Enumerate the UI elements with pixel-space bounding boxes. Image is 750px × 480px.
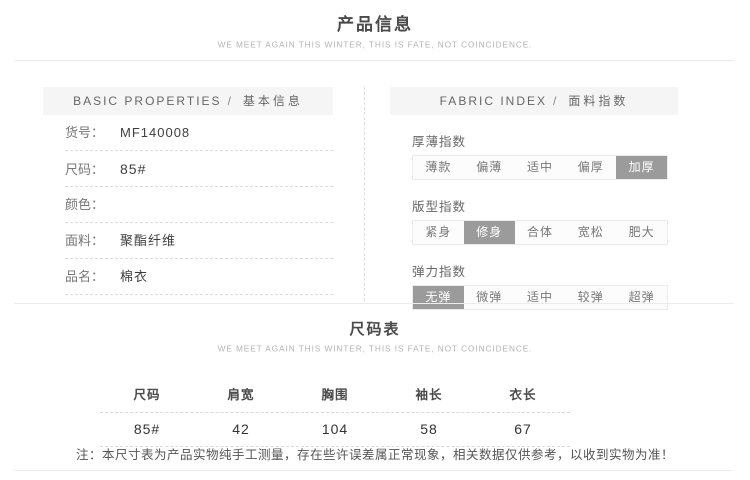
basic-rows: 货号： MF140008 尺码： 85# 颜色： 面料： 聚酯纤维 品名： 棉衣 — [43, 115, 333, 295]
product-info-page: 产品信息 WE MEET AGAIN THIS WINTER, THIS IS … — [0, 0, 750, 480]
option-chip[interactable]: 肥大 — [616, 221, 667, 244]
divider-vertical — [364, 87, 365, 301]
row-value: 聚酯纤维 — [120, 233, 176, 248]
divider-top — [14, 60, 734, 61]
measurement-note: 注：本尺寸表为产品实物纯手工测量，存在些许误差属正常现象，相关数据仅供参考，以收… — [0, 444, 750, 463]
cell-sleeve: 58 — [382, 413, 476, 446]
size-table: 尺码 肩宽 胸围 袖长 衣长 85# 42 104 58 67 — [100, 376, 570, 447]
option-chip[interactable]: 紧身 — [413, 221, 464, 244]
thickness-index-options: 薄款 偏薄 适中 偏厚 加厚 — [412, 155, 668, 180]
option-chip-selected[interactable]: 无弹 — [413, 286, 464, 309]
row-product-name: 品名： 棉衣 — [65, 259, 333, 295]
row-size: 尺码： 85# — [65, 151, 333, 187]
cell-bust: 104 — [288, 413, 382, 446]
divider-bottom — [14, 470, 734, 471]
fabric-index-header: FABRIC INDEX / 面料指数 — [390, 87, 678, 115]
row-label: 尺码： — [65, 162, 104, 177]
page-title: 产品信息 — [0, 10, 750, 35]
row-material: 面料： 聚酯纤维 — [65, 223, 333, 259]
cell-size: 85# — [100, 413, 194, 446]
option-chip[interactable]: 偏薄 — [464, 156, 515, 179]
page-header: 产品信息 WE MEET AGAIN THIS WINTER, THIS IS … — [0, 10, 750, 50]
option-chip[interactable]: 较弹 — [565, 286, 616, 309]
size-table-data-row: 85# 42 104 58 67 — [100, 413, 570, 446]
row-label: 颜色： — [65, 197, 104, 212]
row-label: 货号： — [65, 125, 104, 140]
row-color: 颜色： — [65, 187, 333, 223]
option-chip[interactable]: 适中 — [515, 286, 566, 309]
option-chip[interactable]: 超弹 — [616, 286, 667, 309]
row-label: 品名： — [65, 269, 104, 284]
fit-index-label: 版型指数 — [412, 196, 678, 215]
row-value: MF140008 — [120, 125, 190, 140]
size-table-header-row: 尺码 肩宽 胸围 袖长 衣长 — [100, 376, 570, 412]
option-chip[interactable]: 宽松 — [565, 221, 616, 244]
fabric-header-slash: / — [553, 94, 558, 108]
divider-middle — [14, 303, 734, 304]
fit-index-group: 版型指数 紧身 修身 合体 宽松 肥大 — [412, 196, 678, 245]
size-chart-subtitle: WE MEET AGAIN THIS WINTER, THIS IS FATE,… — [30, 344, 720, 353]
option-chip[interactable]: 合体 — [515, 221, 566, 244]
fabric-header-en: FABRIC INDEX — [440, 94, 547, 108]
size-chart-title: 尺码表 — [0, 318, 750, 339]
col-sleeve: 袖长 — [382, 376, 476, 412]
fabric-index-panel: FABRIC INDEX / 面料指数 厚薄指数 薄款 偏薄 适中 偏厚 加厚 版型… — [390, 87, 678, 310]
thickness-index-label: 厚薄指数 — [412, 131, 678, 150]
option-chip[interactable]: 微弹 — [464, 286, 515, 309]
option-chip-selected[interactable]: 修身 — [464, 221, 515, 244]
option-chip[interactable]: 适中 — [515, 156, 566, 179]
col-shoulder: 肩宽 — [194, 376, 288, 412]
fabric-header-cn: 面料指数 — [568, 94, 628, 108]
option-chip[interactable]: 薄款 — [413, 156, 464, 179]
option-chip-selected[interactable]: 加厚 — [616, 156, 667, 179]
row-item-number: 货号： MF140008 — [65, 115, 333, 151]
row-value: 85# — [120, 161, 146, 177]
option-chip[interactable]: 偏厚 — [565, 156, 616, 179]
basic-header-cn: 基本信息 — [243, 94, 303, 108]
fit-index-options: 紧身 修身 合体 宽松 肥大 — [412, 220, 668, 245]
thickness-index-group: 厚薄指数 薄款 偏薄 适中 偏厚 加厚 — [412, 131, 678, 180]
col-bust: 胸围 — [288, 376, 382, 412]
size-chart-header: 尺码表 WE MEET AGAIN THIS WINTER, THIS IS F… — [0, 318, 750, 354]
elasticity-index-label: 弹力指数 — [412, 261, 678, 280]
basic-properties-panel: BASIC PROPERTIES / 基本信息 货号： MF140008 尺码： 85#… — [43, 87, 333, 295]
col-length: 衣长 — [476, 376, 570, 412]
basic-properties-header: BASIC PROPERTIES / 基本信息 — [43, 87, 333, 115]
row-label: 面料： — [65, 233, 104, 248]
col-size: 尺码 — [100, 376, 194, 412]
basic-header-slash: / — [228, 94, 233, 108]
cell-shoulder: 42 — [194, 413, 288, 446]
row-value: 棉衣 — [120, 269, 148, 284]
cell-length: 67 — [476, 413, 570, 446]
page-subtitle: WE MEET AGAIN THIS WINTER, THIS IS FATE,… — [30, 40, 720, 49]
elasticity-index-options: 无弹 微弹 适中 较弹 超弹 — [412, 285, 668, 310]
basic-header-en: BASIC PROPERTIES — [73, 94, 221, 108]
